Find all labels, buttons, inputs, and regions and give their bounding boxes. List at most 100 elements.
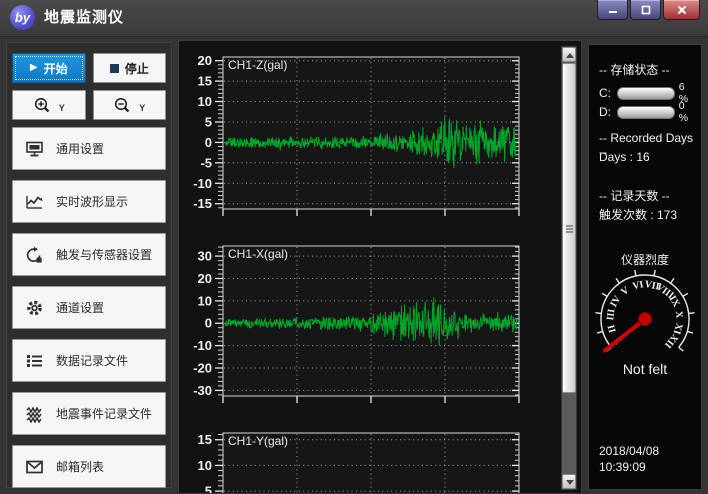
intensity-status: Not felt <box>589 361 701 377</box>
sidebar-item-seismic-event-files[interactable]: 地震事件记录文件 <box>12 392 166 435</box>
sidebar-item-mailbox-list[interactable]: 邮箱列表 <box>12 445 166 488</box>
sidebar-item-label: 触发与传感器设置 <box>56 246 152 263</box>
app-window: by 地震监测仪 ▶ 开始 停止 <box>0 0 708 494</box>
scroll-down-button[interactable] <box>562 474 576 489</box>
drive-d-label: D: <box>599 105 613 119</box>
svg-text:-10: -10 <box>193 338 212 353</box>
waveform-chart: 151050-5-10-15CH1-Y(gal) <box>179 429 559 494</box>
svg-text:-20: -20 <box>193 361 212 376</box>
zoom-in-y-icon <box>33 96 53 114</box>
monitor-icon <box>25 140 44 158</box>
svg-text:IV: IV <box>608 293 624 309</box>
svg-text:5: 5 <box>205 484 212 494</box>
waveform-charts: 20 15 10 5 0 -5 -10 -15 CH1-Z(gal) 30 20 10 0 -10 -20 -… <box>179 41 559 494</box>
drive-d-percent: 0 % <box>679 100 695 124</box>
seismic-events-icon <box>25 405 44 423</box>
zoom-out-axis-label: Y <box>139 103 145 113</box>
close-button[interactable] <box>663 0 700 20</box>
svg-text:-15: -15 <box>193 196 212 211</box>
stop-icon <box>110 64 119 73</box>
trigger-sensor-icon <box>25 246 44 264</box>
mail-icon <box>25 458 44 476</box>
start-button-label: 开始 <box>44 60 68 77</box>
record-count-header: -- 记录天数 -- <box>599 187 695 204</box>
svg-text:-5: -5 <box>200 155 212 170</box>
svg-text:10: 10 <box>198 293 212 308</box>
trigger-count-value: 触发次数 : 173 <box>599 206 695 223</box>
zoom-in-y-button[interactable]: Y <box>12 90 86 120</box>
scroll-up-icon <box>566 53 574 58</box>
list-icon <box>25 352 44 370</box>
svg-text:-10: -10 <box>193 176 212 191</box>
svg-text:III: III <box>605 308 617 321</box>
sidebar-item-channel-settings[interactable]: 通道设置 <box>12 286 166 329</box>
titlebar: by 地震监测仪 <box>0 0 708 37</box>
stop-button-label: 停止 <box>125 60 149 77</box>
page-title: 地震监测仪 <box>44 0 124 36</box>
sidebar-item-trigger-sensor-settings[interactable]: 触发与传感器设置 <box>12 233 166 276</box>
waveform-icon <box>25 193 44 211</box>
svg-text:CH1-Z(gal): CH1-Z(gal) <box>228 58 287 72</box>
svg-text:XII: XII <box>662 332 680 351</box>
play-icon: ▶ <box>30 63 38 73</box>
gear-icon <box>25 299 44 317</box>
waveform-chart: 30 20 10 0 -10 -20 -30 CH1-X(gal) <box>179 242 559 418</box>
intensity-gauge: IIIIIIIVVVIVIIVIIIIXXXIXII <box>589 269 701 364</box>
days-value: Days : 16 <box>599 150 695 164</box>
svg-text:0: 0 <box>205 316 212 331</box>
drive-d-progressbar <box>617 106 674 119</box>
time-value: 10:39:09 <box>599 460 695 474</box>
drive-c-progressbar <box>617 87 674 100</box>
intensity-gauge-svg: IIIIIIIVVVIVIIVIIIIXXXIXII <box>589 269 701 361</box>
sidebar-item-general-settings[interactable]: 通用设置 <box>12 127 166 170</box>
maximize-button[interactable] <box>630 0 661 20</box>
sidebar-item-label: 地震事件记录文件 <box>56 405 152 422</box>
svg-text:20: 20 <box>198 271 212 286</box>
svg-text:II: II <box>606 323 619 334</box>
zoom-out-y-icon <box>113 96 133 114</box>
sidebar-item-label: 通道设置 <box>56 299 104 316</box>
sidebar-item-label: 通用设置 <box>56 140 104 157</box>
svg-text:10: 10 <box>198 458 212 473</box>
svg-text:0: 0 <box>205 135 212 150</box>
svg-text:CH1-X(gal): CH1-X(gal) <box>228 247 288 261</box>
close-icon <box>677 5 687 15</box>
drive-c-label: C: <box>599 86 613 100</box>
scrollbar-grip-icon <box>566 228 573 230</box>
app-logo-icon: by <box>10 5 35 30</box>
sidebar-item-realtime-waveform[interactable]: 实时波形显示 <box>12 180 166 223</box>
sidebar-item-label: 实时波形显示 <box>56 193 128 210</box>
sidebar-item-label: 数据记录文件 <box>56 352 128 369</box>
stop-button[interactable]: 停止 <box>93 53 167 83</box>
svg-text:5: 5 <box>205 115 212 130</box>
sidebar-item-label: 邮箱列表 <box>56 458 104 475</box>
storage-status-header: -- 存储状态 -- <box>599 61 695 78</box>
zoom-out-y-button[interactable]: Y <box>93 90 167 120</box>
svg-text:-30: -30 <box>193 383 212 398</box>
scroll-up-button[interactable] <box>562 47 576 62</box>
svg-text:30: 30 <box>198 249 212 264</box>
svg-text:10: 10 <box>198 94 212 109</box>
svg-text:X: X <box>673 310 685 319</box>
minimize-icon <box>608 5 618 15</box>
scroll-down-icon <box>566 480 574 485</box>
zoom-in-axis-label: Y <box>59 103 65 113</box>
start-button[interactable]: ▶ 开始 <box>12 53 86 83</box>
svg-text:V: V <box>619 284 632 298</box>
svg-text:15: 15 <box>198 74 212 89</box>
svg-text:20: 20 <box>198 53 212 68</box>
maximize-icon <box>641 5 651 15</box>
svg-text:CH1-Y(gal): CH1-Y(gal) <box>228 434 288 448</box>
minimize-button[interactable] <box>597 0 628 20</box>
chart-scrollbar[interactable] <box>561 46 577 490</box>
waveform-display-panel: 20 15 10 5 0 -5 -10 -15 CH1-Z(gal) 30 20 10 0 -10 -20 -… <box>178 40 582 494</box>
date-value: 2018/04/08 <box>599 444 695 458</box>
sidebar-item-data-record-files[interactable]: 数据记录文件 <box>12 339 166 382</box>
window-controls <box>597 0 700 20</box>
gauge-title: 仪器烈度 <box>589 251 701 268</box>
waveform-chart: 20 15 10 5 0 -5 -10 -15 CH1-Z(gal) <box>179 53 559 231</box>
svg-text:15: 15 <box>198 432 212 447</box>
scrollbar-thumb[interactable] <box>562 63 576 393</box>
sidebar: ▶ 开始 停止 Y <box>6 42 172 488</box>
svg-text:VI: VI <box>631 279 644 292</box>
